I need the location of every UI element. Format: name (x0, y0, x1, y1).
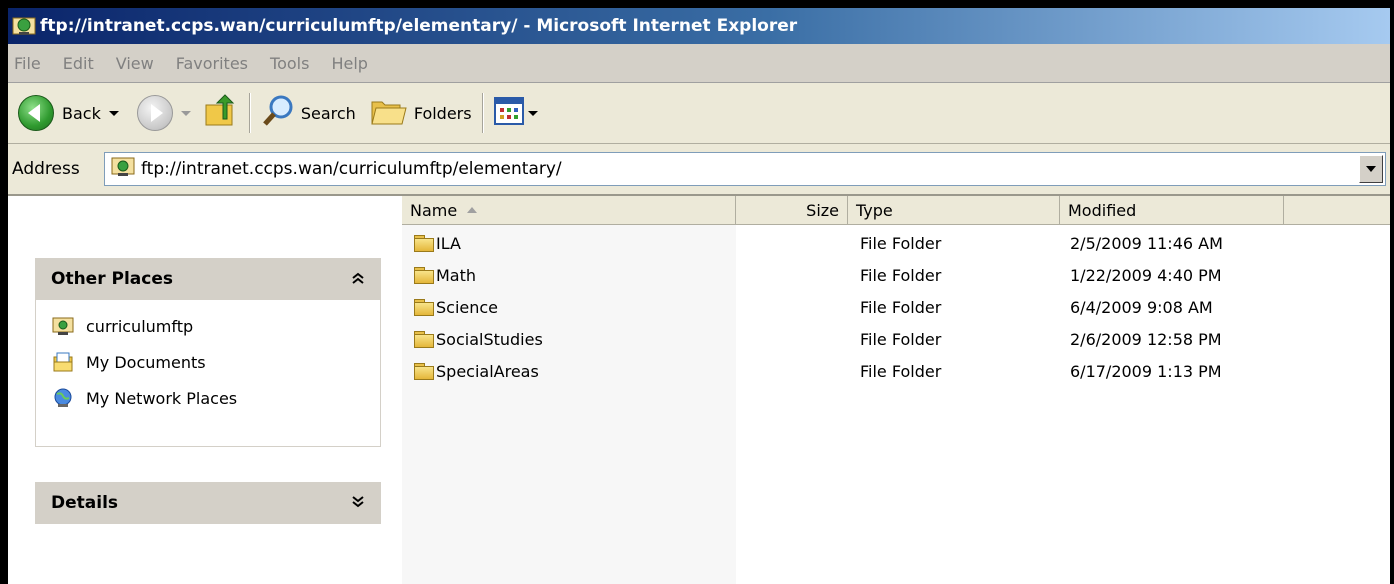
menu-tools[interactable]: Tools (259, 54, 320, 73)
folder-icon (414, 299, 434, 316)
task-pane: Other Places curriculumftp My Documents … (8, 196, 402, 584)
search-button[interactable]: Search (257, 91, 360, 135)
views-button[interactable] (490, 91, 542, 135)
file-type: File Folder (860, 233, 942, 253)
search-icon (261, 93, 297, 133)
table-row[interactable]: SpecialAreas File Folder 6/17/2009 1:13 … (402, 356, 1390, 386)
file-modified: 6/17/2009 1:13 PM (1070, 361, 1222, 381)
place-my-documents[interactable]: My Documents (52, 348, 206, 376)
folders-icon (370, 94, 408, 132)
place-label: My Documents (86, 352, 206, 372)
toolbar: Back Search Folders (8, 83, 1390, 144)
table-row[interactable]: SocialStudies File Folder 2/6/2009 12:58… (402, 324, 1390, 354)
other-places-title: Other Places (51, 269, 173, 289)
details-title: Details (51, 493, 119, 513)
menu-file[interactable]: File (8, 54, 52, 73)
views-icon (493, 97, 524, 129)
menu-favorites[interactable]: Favorites (165, 54, 259, 73)
forward-arrow-icon (136, 95, 173, 131)
table-row[interactable]: Science File Folder 6/4/2009 9:08 AM (402, 292, 1390, 322)
toolbar-separator (248, 93, 251, 133)
folder-icon (414, 331, 434, 348)
ftp-site-icon (111, 156, 135, 182)
column-header-modified[interactable]: Modified (1060, 196, 1284, 224)
column-header-type[interactable]: Type (848, 196, 1060, 224)
up-folder-button[interactable] (199, 91, 243, 135)
column-header-name[interactable]: Name (402, 196, 736, 224)
window-title: ftp://intranet.ccps.wan/curriculumftp/el… (40, 16, 798, 36)
file-type: File Folder (860, 297, 942, 317)
file-type: File Folder (860, 361, 942, 381)
views-dropdown-icon[interactable] (527, 110, 538, 116)
folder-icon (414, 267, 434, 284)
folder-icon (414, 235, 434, 252)
file-list: Name Size Type Modified ILA File Folder … (402, 196, 1390, 584)
file-modified: 6/4/2009 9:08 AM (1070, 297, 1213, 317)
file-name: ILA (436, 233, 461, 253)
menu-bar: File Edit View Favorites Tools Help (8, 44, 1390, 83)
file-name: SpecialAreas (436, 361, 539, 381)
network-places-icon (52, 387, 74, 409)
search-label: Search (300, 103, 356, 123)
back-button[interactable]: Back (14, 91, 123, 135)
place-my-network-places[interactable]: My Network Places (52, 384, 237, 412)
file-name: Science (436, 297, 499, 317)
content-area: Other Places curriculumftp My Documents … (8, 196, 1390, 584)
collapse-icon[interactable] (351, 270, 365, 289)
address-dropdown-button[interactable] (1359, 155, 1383, 183)
other-places-panel: curriculumftp My Documents My Network Pl… (35, 300, 381, 447)
file-modified: 2/5/2009 11:46 AM (1070, 233, 1223, 253)
folders-label: Folders (413, 103, 472, 123)
place-label: curriculumftp (86, 316, 194, 336)
file-name: SocialStudies (436, 329, 543, 349)
place-curriculumftp[interactable]: curriculumftp (52, 312, 193, 340)
back-dropdown-icon[interactable] (108, 110, 119, 116)
place-label: My Network Places (86, 388, 238, 408)
menu-edit[interactable]: Edit (52, 54, 105, 73)
ftp-globe-icon (10, 12, 38, 40)
expand-icon[interactable] (351, 494, 365, 513)
folders-button[interactable]: Folders (366, 91, 476, 135)
other-places-header[interactable]: Other Places (35, 258, 381, 300)
file-modified: 2/6/2009 12:58 PM (1070, 329, 1222, 349)
menu-view[interactable]: View (105, 54, 165, 73)
my-documents-icon (52, 351, 74, 373)
details-header[interactable]: Details (35, 482, 381, 524)
column-header-empty (1284, 196, 1390, 224)
forward-dropdown-icon[interactable] (180, 110, 191, 116)
address-value: ftp://intranet.ccps.wan/curriculumftp/el… (141, 159, 562, 179)
address-bar: Address ftp://intranet.ccps.wan/curricul… (8, 144, 1390, 196)
file-modified: 1/22/2009 4:40 PM (1070, 265, 1222, 285)
back-arrow-icon (18, 95, 54, 131)
back-label: Back (62, 103, 101, 123)
toolbar-separator (481, 93, 484, 133)
column-header-size[interactable]: Size (736, 196, 848, 224)
table-row[interactable]: ILA File Folder 2/5/2009 11:46 AM (402, 228, 1390, 258)
up-folder-icon (203, 93, 239, 133)
menu-help[interactable]: Help (320, 54, 378, 73)
file-type: File Folder (860, 265, 942, 285)
file-name: Math (436, 265, 477, 285)
forward-button[interactable] (133, 91, 195, 135)
address-input[interactable]: ftp://intranet.ccps.wan/curriculumftp/el… (104, 152, 1386, 186)
explorer-window: ftp://intranet.ccps.wan/curriculumftp/el… (8, 8, 1390, 584)
ftp-folder-icon (52, 315, 74, 337)
address-label: Address (12, 159, 80, 179)
file-type: File Folder (860, 329, 942, 349)
list-header: Name Size Type Modified (402, 196, 1390, 225)
table-row[interactable]: Math File Folder 1/22/2009 4:40 PM (402, 260, 1390, 290)
title-bar[interactable]: ftp://intranet.ccps.wan/curriculumftp/el… (8, 8, 1390, 44)
folder-icon (414, 363, 434, 380)
chevron-down-icon (1366, 166, 1376, 172)
sort-ascending-icon (467, 207, 478, 213)
